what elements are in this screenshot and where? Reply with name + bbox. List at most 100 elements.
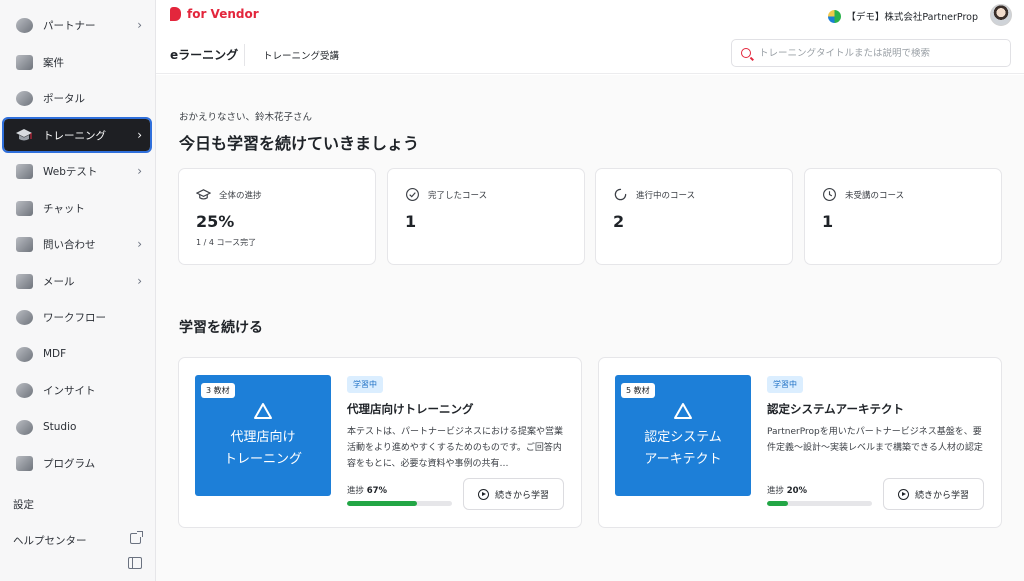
course-thumbnail[interactable]: 3 教材 代理店向け トレーニング	[195, 375, 331, 496]
progress-bar	[767, 501, 872, 506]
material-count-badge: 3 教材	[201, 383, 235, 398]
continue-learning-button[interactable]: 続きから学習	[463, 478, 564, 510]
sidebar-item-insight[interactable]: インサイト	[4, 374, 150, 406]
brand-logo[interactable]: for Vendor	[170, 7, 259, 21]
sidebar-item-label: メール	[43, 275, 75, 288]
sidebar-item-label: インサイト	[43, 384, 96, 397]
sidebar-settings-link[interactable]: 設定	[13, 497, 34, 512]
sidebar-item-mdf[interactable]: MDF	[4, 338, 150, 370]
account-switcher[interactable]: 【デモ】株式会社PartnerProp	[828, 9, 978, 23]
stat-label: 進行中のコース	[636, 190, 696, 201]
sidebar-item-label: 問い合わせ	[43, 238, 96, 251]
sidebar-item-chat[interactable]: チャット	[4, 192, 150, 224]
sidebar-item-webtest[interactable]: Webテスト ›	[4, 155, 150, 187]
clock-icon	[823, 188, 836, 201]
stat-value: 2	[613, 212, 625, 231]
sidebar-item-program[interactable]: プログラム	[4, 447, 150, 479]
button-label: 続きから学習	[914, 490, 969, 501]
sidebar-help-center-link[interactable]: ヘルプセンター	[13, 533, 87, 548]
stat-card-completed: 完了したコース 1	[387, 168, 585, 265]
course-title[interactable]: 代理店向けトレーニング	[347, 401, 474, 417]
progress-bar	[347, 501, 452, 506]
brand-name: for Vendor	[187, 7, 259, 21]
status-badge: 学習中	[767, 376, 803, 393]
external-link-icon	[130, 531, 143, 544]
sidebar-item-label: ポータル	[43, 92, 85, 105]
course-logo-icon	[254, 403, 272, 419]
stat-value: 25%	[196, 212, 235, 231]
chat-icon	[14, 198, 34, 218]
sidebar-item-workflow[interactable]: ワークフロー	[4, 301, 150, 333]
section-title-continue-learning: 学習を続ける	[179, 320, 263, 336]
loading-icon	[614, 188, 627, 201]
course-description: 本テストは、パートナービジネスにおける提案や営業活動をより進めやすくするためのも…	[347, 427, 564, 469]
play-circle-icon	[477, 488, 489, 500]
inquiry-icon	[14, 234, 34, 254]
sidebar-item-inquiry[interactable]: 問い合わせ ›	[4, 228, 150, 260]
stat-label: 完了したコース	[428, 190, 488, 201]
user-avatar[interactable]	[990, 4, 1012, 26]
welcome-message: おかえりなさい、鈴木花子さん	[179, 112, 313, 123]
progress-value: 20%	[786, 486, 808, 496]
search-box[interactable]	[731, 39, 1011, 67]
progress-bar-fill	[347, 501, 418, 506]
course-thumbnail-title: 認定システム アーキテクト	[644, 430, 722, 467]
tab-training-attendance[interactable]: トレーニング受講	[263, 48, 339, 62]
sidebar-item-mail[interactable]: メール ›	[4, 265, 150, 297]
web-test-icon	[14, 161, 34, 181]
partner-icon	[14, 15, 34, 35]
course-title[interactable]: 認定システムアーキテクト	[767, 401, 904, 417]
sidebar-item-label: パートナー	[43, 19, 96, 32]
page-title: eラーニング	[170, 48, 239, 62]
sidebar-collapse-icon[interactable]	[128, 557, 142, 569]
workflow-icon	[14, 307, 34, 327]
stat-card-not-started: 未受講のコース 1	[804, 168, 1002, 265]
search-input[interactable]	[759, 47, 999, 59]
chevron-right-icon: ›	[137, 164, 142, 178]
continue-learning-button[interactable]: 続きから学習	[883, 478, 984, 510]
sidebar-item-studio[interactable]: Studio	[4, 411, 150, 443]
studio-icon	[14, 417, 34, 437]
mdf-icon	[14, 344, 34, 364]
graduation-cap-icon	[196, 189, 211, 200]
course-thumbnail-title: 代理店向け トレーニング	[223, 430, 302, 467]
sidebar-item-training[interactable]: トレーニング ›	[2, 117, 152, 153]
sidebar-item-label: MDF	[43, 348, 67, 360]
stat-label: 全体の進捗	[219, 190, 262, 201]
course-card[interactable]: 3 教材 代理店向け トレーニング 学習中 代理店向けトレーニング 本テストは、…	[178, 357, 582, 528]
chevron-right-icon: ›	[137, 128, 142, 142]
brand-logo-icon	[170, 7, 181, 21]
course-card[interactable]: 5 教材 認定システム アーキテクト 学習中 認定システムアーキテクト Part…	[598, 357, 1002, 528]
progress-bar-fill	[767, 501, 788, 506]
sidebar-item-partner[interactable]: パートナー ›	[4, 9, 150, 41]
course-thumbnail[interactable]: 5 教材 認定システム アーキテクト	[615, 375, 751, 496]
chevron-right-icon: ›	[137, 237, 142, 251]
page-headline: 今日も学習を続けていきましょう	[179, 134, 420, 153]
mail-icon	[14, 271, 34, 291]
graduation-cap-icon	[14, 125, 34, 145]
progress-label: 進捗 67%	[347, 486, 388, 496]
play-circle-icon	[897, 488, 909, 500]
progress-value: 67%	[366, 486, 388, 496]
check-circle-icon	[406, 188, 419, 201]
button-label: 続きから学習	[494, 490, 549, 501]
course-logo-icon	[674, 403, 692, 419]
stat-card-overall-progress: 全体の進捗 25% 1 / 4 コース完了	[178, 168, 376, 265]
company-logo-icon	[828, 9, 842, 23]
course-description: PartnerPropを用いたパートナービジネス基盤を、要件定義〜設計〜実装レベ…	[767, 427, 983, 453]
main-content: おかえりなさい、鈴木花子さん 今日も学習を続けていきましょう 全体の進捗 25%…	[156, 75, 1024, 581]
stat-value: 1	[405, 212, 417, 231]
sidebar-item-label: 案件	[43, 56, 64, 69]
divider	[244, 44, 245, 66]
sidebar-item-label: Studio	[43, 421, 77, 433]
stat-card-in-progress: 進行中のコース 2	[595, 168, 793, 265]
sidebar-item-label: チャット	[43, 202, 85, 215]
material-count-badge: 5 教材	[621, 383, 655, 398]
sidebar-item-portal[interactable]: ポータル	[4, 82, 150, 114]
stat-subtext: 1 / 4 コース完了	[196, 238, 257, 247]
program-icon	[14, 453, 34, 473]
sidebar-item-deals[interactable]: 案件	[4, 46, 150, 78]
page-subheader: eラーニング トレーニング受講	[156, 36, 1024, 74]
status-badge: 学習中	[347, 376, 383, 393]
portal-icon	[14, 88, 34, 108]
